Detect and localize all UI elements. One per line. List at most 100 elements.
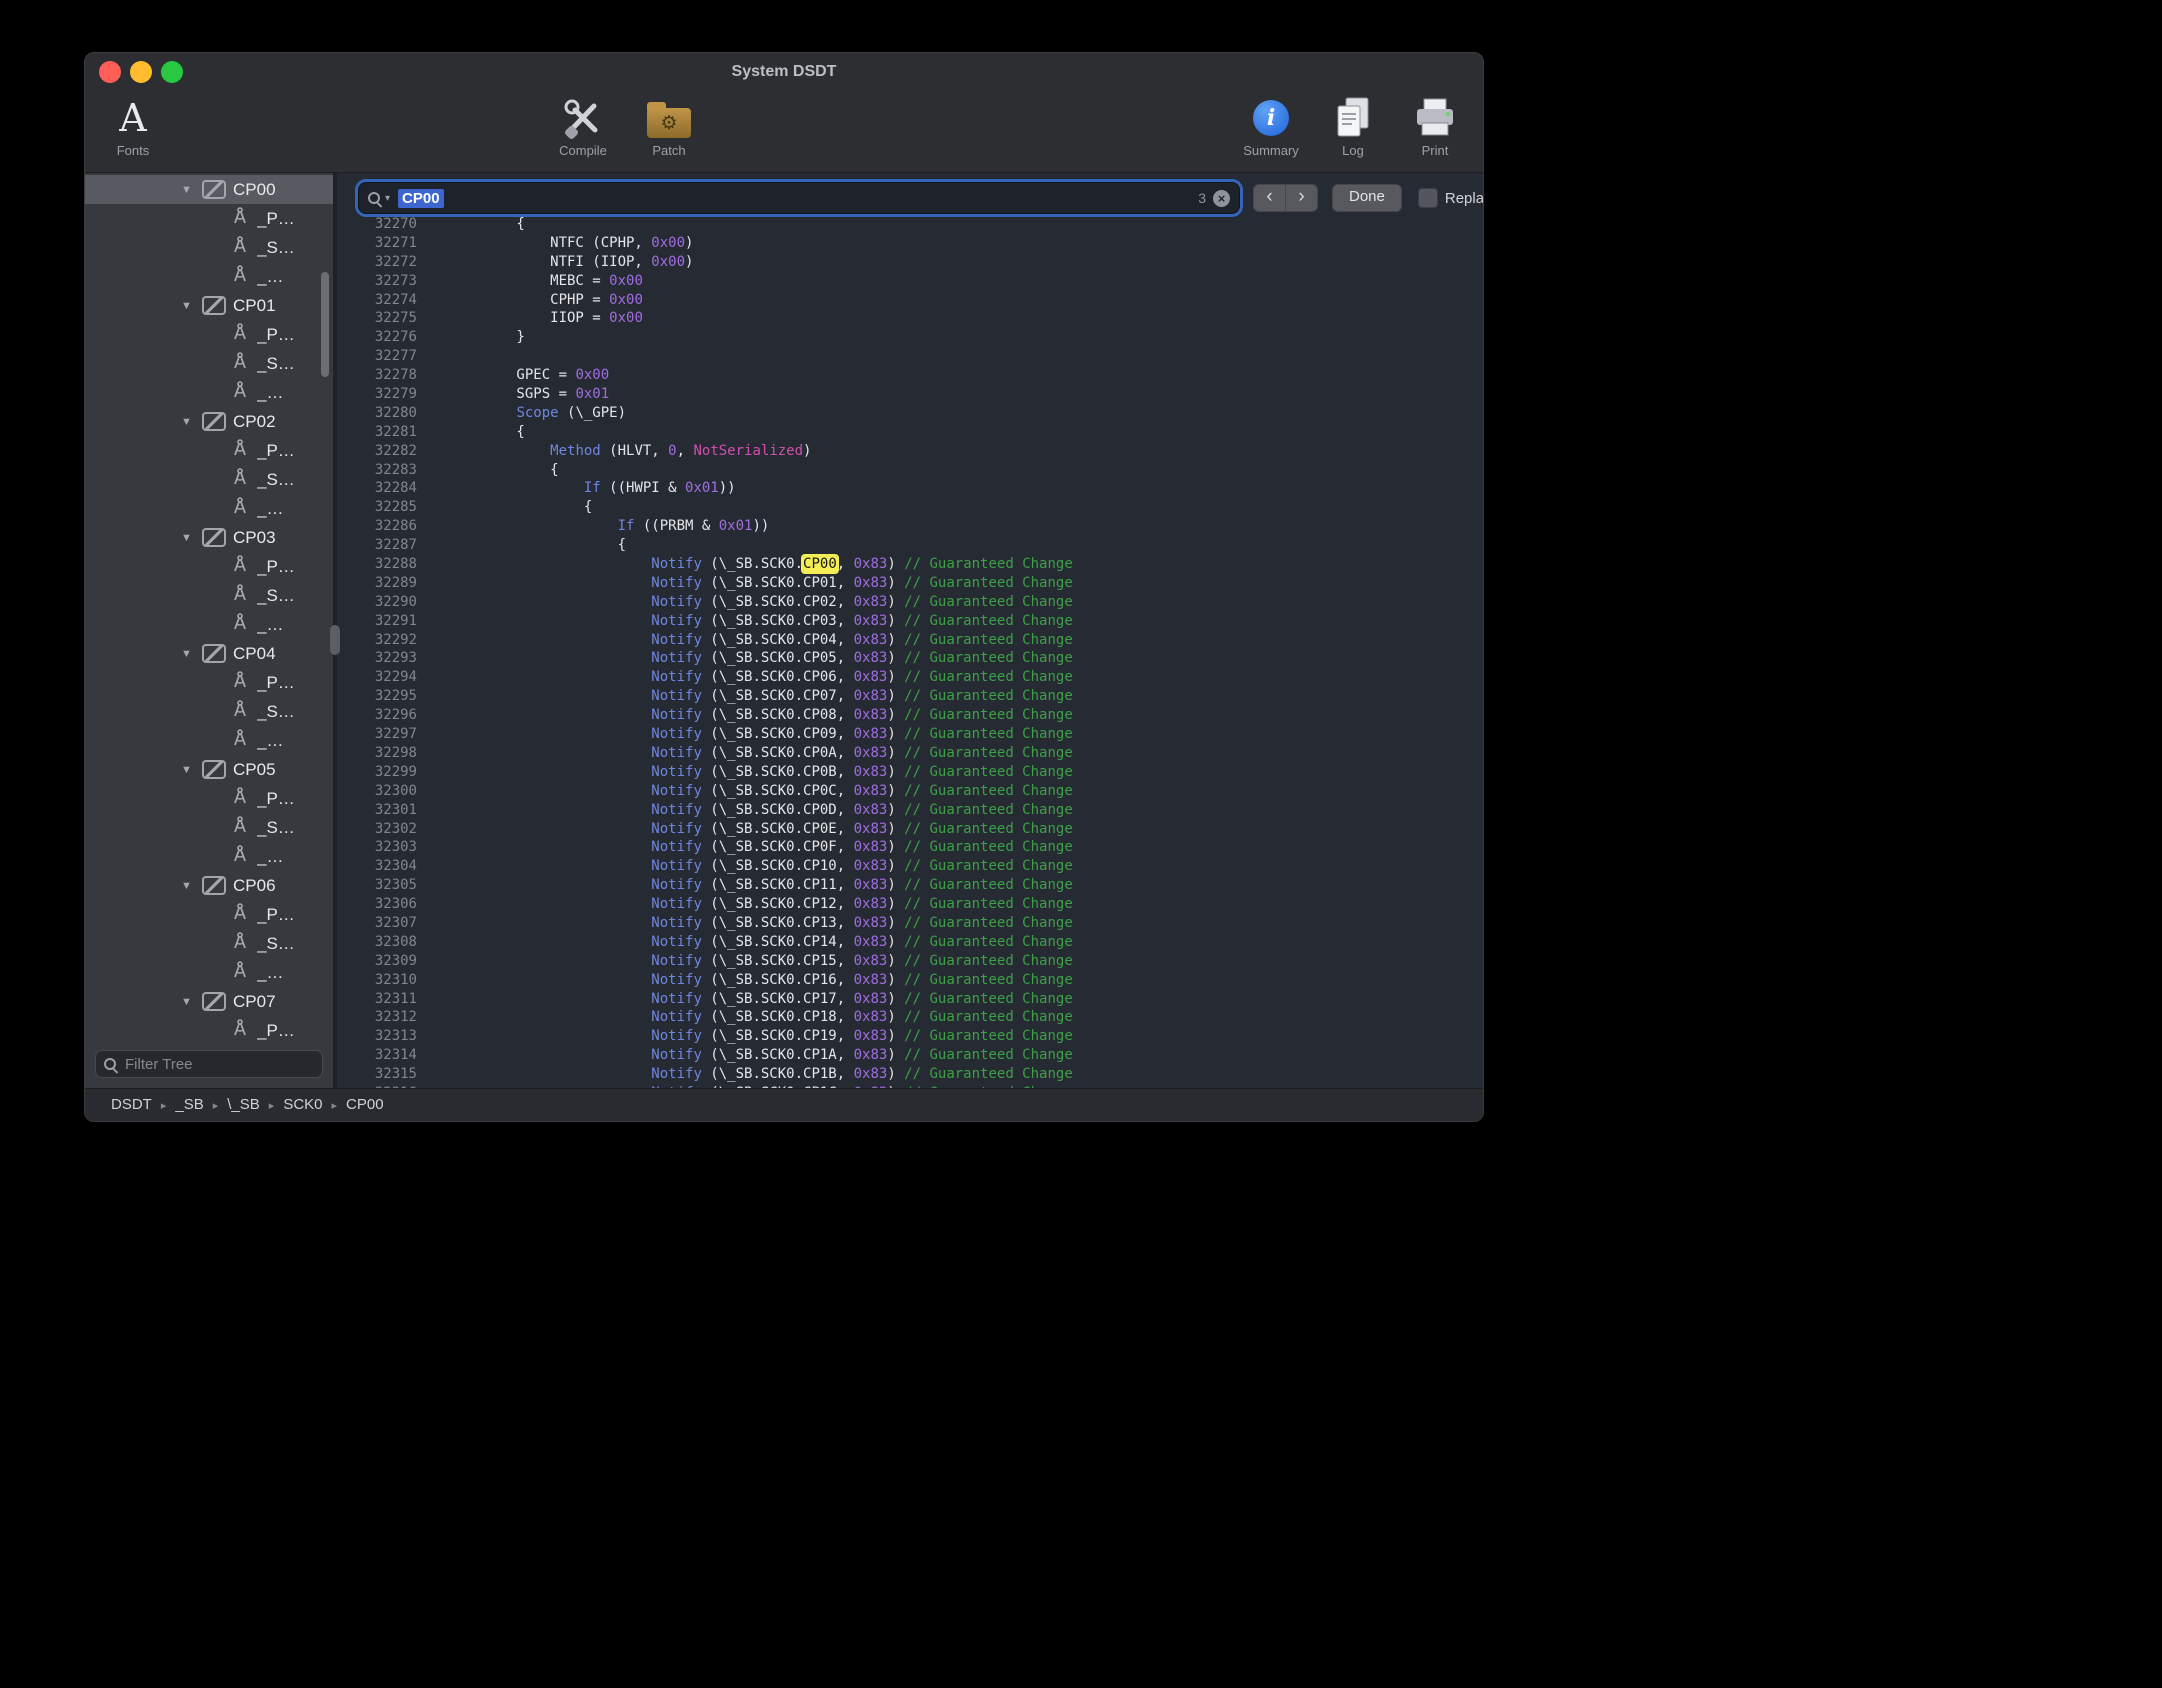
code-line: 32278 GPEC = 0x00 (349, 366, 1483, 385)
disclosure-triangle-icon[interactable]: ▼ (181, 648, 195, 660)
tree-item-label: CP05 (233, 760, 276, 780)
tree-child-item[interactable]: _P… (85, 668, 333, 697)
summary-label: Summary (1243, 143, 1299, 158)
code-line: 32277 (349, 347, 1483, 366)
breadcrumb-item[interactable]: _SB (175, 1096, 203, 1113)
tree-item-CP02[interactable]: ▼CP02 (85, 407, 333, 436)
code-line: 32279 SGPS = 0x01 (349, 385, 1483, 404)
compile-button[interactable]: Compile (549, 94, 617, 158)
device-icon (202, 296, 226, 315)
tree-child-item[interactable]: _… (85, 958, 333, 987)
disclosure-triangle-icon[interactable]: ▼ (181, 996, 195, 1008)
tree-child-item[interactable]: _P… (85, 204, 333, 233)
code-line: 32308 Notify (\_SB.SCK0.CP14, 0x83) // G… (349, 933, 1483, 952)
tree-child-item[interactable]: _P… (85, 900, 333, 929)
code-line: 32286 If ((PRBM & 0x01)) (349, 517, 1483, 536)
tree-child-item[interactable]: _S… (85, 813, 333, 842)
tree-child-item[interactable]: _P… (85, 784, 333, 813)
log-button[interactable]: Log (1319, 94, 1387, 158)
tree-item-CP01[interactable]: ▼ CP01 (85, 291, 333, 320)
line-number: 32287 (349, 536, 417, 555)
tree-child-item[interactable]: _… (85, 610, 333, 639)
zoom-window-button[interactable] (161, 61, 183, 83)
breadcrumb-item[interactable]: \_SB (227, 1096, 260, 1113)
next-match-button[interactable]: › (1285, 184, 1318, 212)
tree-child-item[interactable]: _S… (85, 697, 333, 726)
disclosure-triangle-icon[interactable]: ▼ (181, 416, 195, 428)
breadcrumb-separator-icon: ▸ (269, 1100, 275, 1112)
tree-child-item[interactable]: _… (85, 726, 333, 755)
tree-child-item[interactable]: _… (85, 262, 333, 291)
tree-child-item[interactable]: _… (85, 842, 333, 871)
method-compass-icon (231, 439, 249, 462)
tree-child-item[interactable]: _S… (85, 465, 333, 494)
tree-child-item[interactable]: _S… (85, 233, 333, 262)
code-line: 32312 Notify (\_SB.SCK0.CP18, 0x83) // G… (349, 1008, 1483, 1027)
breadcrumb: DSDT▸_SB▸\_SB▸SCK0▸CP00 (111, 1096, 384, 1114)
replace-checkbox[interactable] (1418, 188, 1438, 208)
tree-child-item[interactable]: _… (85, 494, 333, 523)
tree-child-item[interactable]: _S… (85, 929, 333, 958)
clear-search-button[interactable]: × (1213, 190, 1230, 207)
tree-item-CP06[interactable]: ▼CP06 (85, 871, 333, 900)
disclosure-triangle-icon[interactable]: ▼ (181, 880, 195, 892)
minimize-window-button[interactable] (130, 61, 152, 83)
search-icon (104, 1058, 117, 1071)
tree-child-item[interactable]: _P… (85, 552, 333, 581)
code-line: 32298 Notify (\_SB.SCK0.CP0A, 0x83) // G… (349, 744, 1483, 763)
tree-child-item[interactable]: _S… (85, 581, 333, 610)
log-label: Log (1342, 143, 1364, 158)
find-search-field[interactable]: ▾ CP00 3 × (359, 183, 1239, 213)
tree-item-CP00[interactable]: ▼CP00 (85, 175, 333, 204)
app-window: System DSDT A Fonts Compile (84, 52, 1484, 1122)
code-line: 32275 IIOP = 0x00 (349, 309, 1483, 328)
code-editor[interactable]: 32270 {32271 NTFC (CPHP, 0x00)32272 NTFI… (337, 215, 1483, 1088)
fonts-button[interactable]: A Fonts (99, 94, 167, 158)
line-number: 32313 (349, 1027, 417, 1046)
tree-child-item[interactable]: _S… (85, 349, 333, 378)
line-number: 32270 (349, 215, 417, 234)
close-window-button[interactable] (99, 61, 121, 83)
window-title: System DSDT (732, 63, 837, 81)
disclosure-triangle-icon[interactable]: ▼ (181, 300, 195, 312)
breadcrumb-item[interactable]: SCK0 (283, 1096, 322, 1113)
search-menu-chevron-icon[interactable]: ▾ (385, 193, 390, 204)
find-query-text[interactable]: CP00 (398, 189, 444, 208)
line-number: 32296 (349, 706, 417, 725)
tree-item-label: _S… (257, 238, 295, 258)
tree-item-label: CP04 (233, 644, 276, 664)
tree-item-label: _S… (257, 934, 295, 954)
print-button[interactable]: Print (1401, 94, 1469, 158)
search-match-highlight: CP00 (803, 556, 837, 572)
tree-item-label: CP01 (233, 296, 276, 316)
tree-item-label: _P… (257, 209, 295, 229)
filter-tree-field[interactable] (95, 1050, 323, 1078)
disclosure-triangle-icon[interactable]: ▼ (181, 532, 195, 544)
previous-match-button[interactable]: ‹ (1253, 184, 1286, 212)
tree-child-item[interactable]: _P… (85, 1016, 333, 1044)
code-line: 32304 Notify (\_SB.SCK0.CP10, 0x83) // G… (349, 857, 1483, 876)
code-line: 32297 Notify (\_SB.SCK0.CP09, 0x83) // G… (349, 725, 1483, 744)
tree-child-item[interactable]: _P… (85, 320, 333, 349)
breadcrumb-item[interactable]: DSDT (111, 1096, 152, 1113)
tree-item-label: CP03 (233, 528, 276, 548)
tree-item-CP05[interactable]: ▼ CP05 (85, 755, 333, 784)
tree-item-CP07[interactable]: ▼CP07 (85, 987, 333, 1016)
summary-button[interactable]: i Summary (1237, 94, 1305, 158)
code-line: 32270 { (349, 215, 1483, 234)
sidebar-scrollbar[interactable] (321, 272, 329, 377)
tree-child-item[interactable]: _… (85, 378, 333, 407)
disclosure-triangle-icon[interactable]: ▼ (181, 184, 195, 196)
tree-item-CP04[interactable]: ▼ CP04 (85, 639, 333, 668)
split-handle[interactable] (330, 625, 340, 655)
split-divider[interactable] (333, 173, 337, 1088)
breadcrumb-item[interactable]: CP00 (346, 1096, 384, 1113)
tree-item-CP03[interactable]: ▼ CP03 (85, 523, 333, 552)
line-number: 32302 (349, 820, 417, 839)
tree-child-item[interactable]: _P… (85, 436, 333, 465)
disclosure-triangle-icon[interactable]: ▼ (181, 764, 195, 776)
patch-button[interactable]: ⚙ Patch (635, 94, 703, 158)
done-button[interactable]: Done (1332, 184, 1402, 212)
compile-label: Compile (559, 143, 607, 158)
filter-tree-input[interactable] (123, 1055, 314, 1074)
